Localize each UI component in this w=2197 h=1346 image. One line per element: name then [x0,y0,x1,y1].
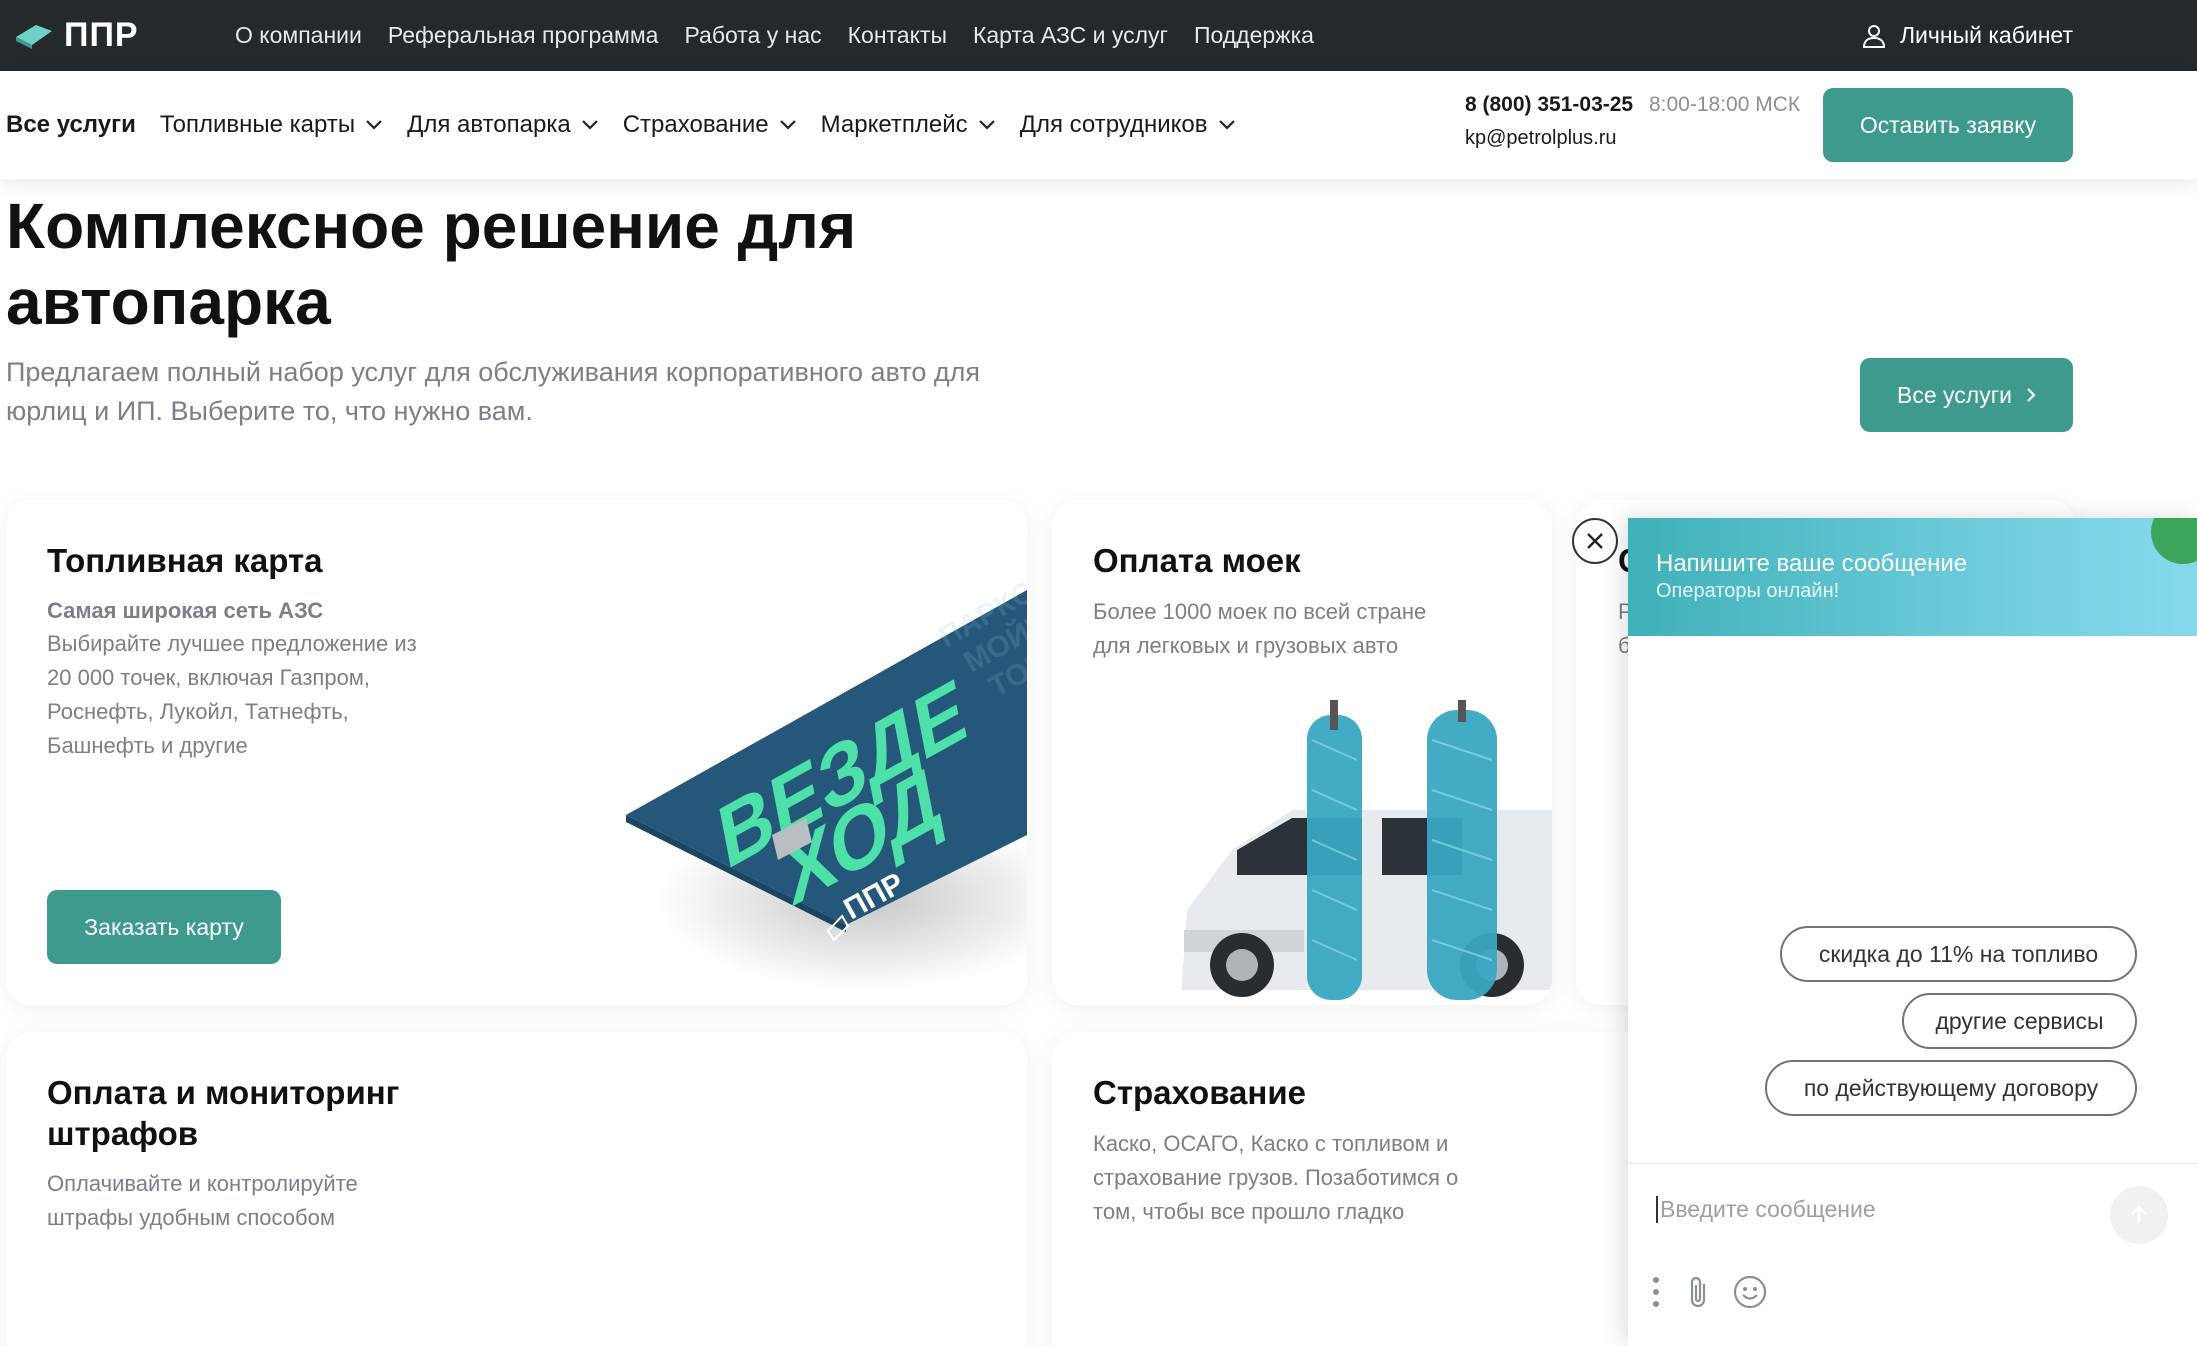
logo[interactable]: ППР [14,15,139,55]
chip-fuel-discount[interactable]: скидка до 11% на топливо [1780,926,2137,982]
chat-header: Напишите ваше сообщение Операторы онлайн… [1628,518,2197,636]
subnav-insurance[interactable]: Страхование [623,111,797,139]
card-fines-title-line: Оплата и мониторинг [47,1074,400,1111]
card-fuel-subtitle: Самая широкая сеть АЗС [47,598,324,623]
subnav-fleet-label: Для автопарка [407,111,571,138]
topnav-referral[interactable]: Реферальная программа [388,22,659,49]
topnav-about[interactable]: О компании [235,22,362,49]
smile-icon [1733,1275,1767,1309]
leaf-decoration [2151,518,2197,564]
contact-block: 8 (800) 351-03-25 8:00-18:00 МСК kp@petr… [1465,93,1800,150]
message-input[interactable]: Введите сообщение [1656,1196,1876,1223]
topnav-contacts[interactable]: Контакты [848,22,947,49]
card-fuel-title: Топливная карта [47,542,323,579]
card-insurance-line: страхование грузов. Позаботимся о [1093,1165,1459,1190]
card-fuel-line: Башнефть и другие [47,733,248,758]
card-insurance-line: Каско, ОСАГО, Каско с топливом и [1093,1131,1449,1156]
chevron-down-icon [366,120,382,130]
account-link[interactable]: Личный кабинет [1860,0,2073,71]
chip-other-services[interactable]: другие сервисы [1902,993,2137,1049]
phone-number[interactable]: 8 (800) 351-03-25 [1465,93,1633,116]
logo-icon [16,25,52,49]
subnav-marketplace[interactable]: Маркетплейс [821,111,996,139]
emoji-button[interactable] [1732,1274,1768,1310]
card-fuel-line: 20 000 точек, включая Газпром, [47,665,371,690]
subnav-all-services[interactable]: Все услуги [6,111,136,139]
chat-close-button[interactable] [1572,518,1618,564]
card-insurance[interactable]: Страхование Каско, ОСАГО, Каско с топлив… [1052,1032,1652,1346]
chevron-down-icon [779,120,796,130]
subnav-insurance-label: Страхование [622,111,769,138]
arrow-up-icon [2131,1205,2147,1223]
work-hours: 8:00-18:00 МСК [1648,93,1801,116]
subnav-fleet[interactable]: Для автопарка [407,111,599,139]
all-services-label: Все услуги [1897,381,2012,408]
chat-widget: Напишите ваше сообщение Операторы онлайн… [1628,518,2197,1346]
top-bar: ППР О компании Реферальная программа Раб… [0,0,2197,71]
card-fuel-line: Выбирайте лучшее предложение из [47,631,417,656]
chevron-down-icon [978,120,995,130]
subnav-employees-label: Для сотрудников [1019,111,1208,138]
close-icon [1587,533,1603,549]
paperclip-icon [1690,1276,1706,1308]
card-fines-line: Оплачивайте и контролируйте [47,1171,358,1196]
user-icon [1862,24,1885,48]
card-fuel-line: Роснефть, Лукойл, Татнефть, [47,699,349,724]
topnav-map[interactable]: Карта АЗС и услуг [973,22,1168,49]
chevron-down-icon [581,120,598,130]
chip-current-contract[interactable]: по действующему договору [1765,1060,2137,1116]
chevron-down-icon [1218,120,1235,130]
attach-button[interactable] [1686,1274,1712,1310]
card-fines-line: штрафы удобным способом [47,1205,335,1230]
topnav-careers[interactable]: Работа у нас [684,22,821,49]
card-car-wash[interactable]: Оплата моек Более 1000 моек по всей стра… [1052,500,1552,1005]
all-services-button[interactable]: Все услуги [1860,358,2073,432]
order-card-button[interactable]: Заказать карту [47,890,281,964]
top-nav: О компании Реферальная программа Работа … [235,0,1314,71]
card-fuel[interactable]: Топливная карта Самая широкая сеть АЗС В… [6,500,1027,1005]
car-wash-illustration [1182,700,1552,1000]
subnav-fuel-cards[interactable]: Топливные карты [160,111,383,139]
card-wash-title: Оплата моек [1093,542,1301,579]
card-wash-line: Более 1000 моек по всей стране [1093,599,1427,624]
request-button[interactable]: Оставить заявку [1823,88,2073,162]
page-subtitle: Предлагаем полный набор услуг для обслуж… [6,357,981,426]
card-fines[interactable]: Оплата и мониторинг штрафов Оплачивайте … [6,1032,1027,1346]
chat-title: Напишите ваше сообщение [1656,550,1968,577]
sub-nav: Все услуги Топливные карты Для автопарка… [0,71,2197,179]
send-button[interactable] [2110,1186,2168,1244]
topnav-support[interactable]: Поддержка [1194,22,1314,49]
account-label: Личный кабинет [1899,22,2073,48]
chevron-right-icon [2027,388,2036,402]
email-link[interactable]: kp@petrolplus.ru [1465,127,1800,150]
card-insurance-title: Страхование [1093,1074,1306,1111]
chat-status: Операторы онлайн! [1656,580,1840,602]
card-fines-title-line: штрафов [47,1115,199,1152]
card-insurance-line: том, чтобы все прошло гладко [1093,1199,1405,1224]
page-title: Комплексное решение для автопарка [6,190,857,338]
logo-text: ППР [64,15,139,54]
more-options-button[interactable] [1650,1274,1662,1310]
fuel-card-illustration: ВЕЗДЕ ХОД ПАРКОВ МОЙКИ ТОПЛ ППР [626,570,1027,990]
subnav-fuel-cards-label: Топливные карты [159,111,356,138]
subnav-employees[interactable]: Для сотрудников [1020,111,1236,139]
chat-divider [1628,1163,2197,1164]
more-vertical-icon [1653,1277,1659,1307]
subnav-marketplace-label: Маркетплейс [820,111,968,138]
subnav-all-services-label: Все услуги [6,111,136,138]
card-wash-line: для легковых и грузовых авто [1093,633,1399,658]
